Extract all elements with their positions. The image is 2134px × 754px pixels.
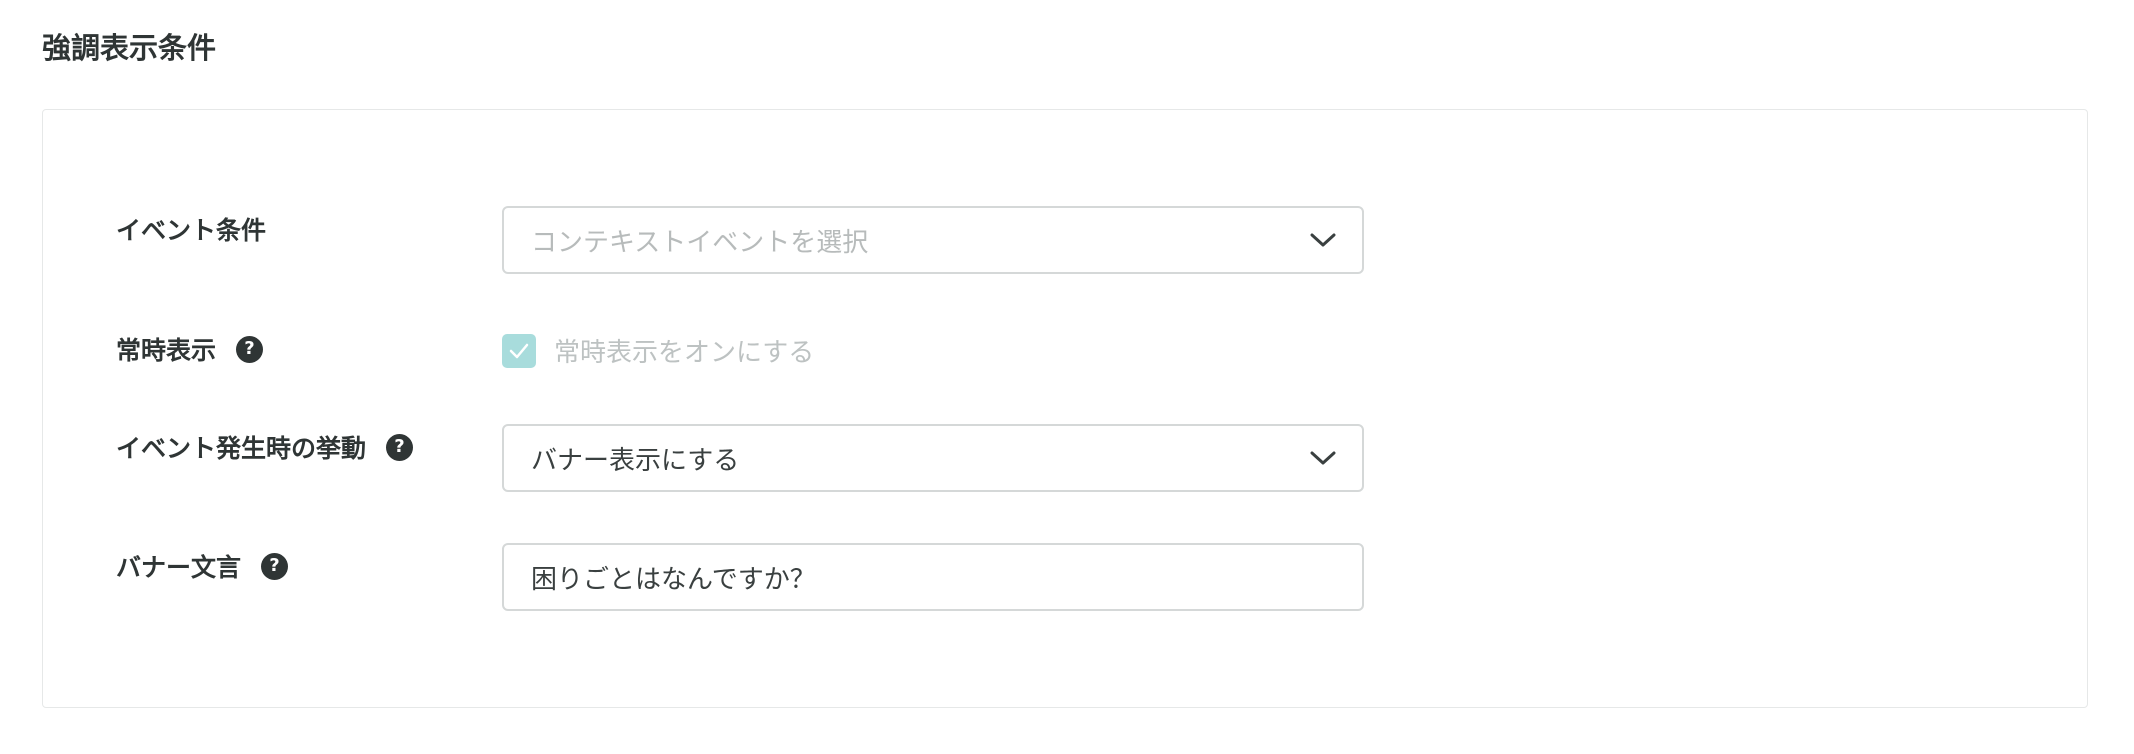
question-circle-icon[interactable]: ? [261, 552, 289, 580]
settings-card [42, 109, 2088, 708]
chevron-down-icon [1310, 451, 1336, 465]
event-condition-placeholder: コンテキストイベントを選択 [531, 227, 869, 258]
always-display-label: 常時表示 ? [116, 331, 264, 367]
question-circle-icon[interactable]: ? [236, 335, 264, 363]
banner-text-label-text: バナー文言 [116, 553, 242, 582]
always-display-checkbox[interactable] [502, 333, 536, 368]
banner-text-input[interactable] [531, 562, 1362, 592]
event-condition-label: イベント条件 [116, 211, 266, 247]
always-display-checkbox-group: 常時表示をオンにする [502, 332, 814, 369]
checkmark-icon [509, 343, 529, 358]
always-display-checkbox-label: 常時表示をオンにする [554, 338, 815, 368]
event-behavior-select[interactable]: バナー表示にする [502, 424, 1364, 492]
event-condition-select[interactable]: コンテキストイベントを選択 [502, 206, 1364, 274]
event-behavior-label-text: イベント発生時の挙動 [116, 434, 367, 463]
banner-text-input-box [502, 543, 1364, 611]
event-behavior-label: イベント発生時の挙動 ? [116, 429, 414, 465]
banner-text-label: バナー文言 ? [116, 548, 289, 584]
event-behavior-value: バナー表示にする [531, 445, 740, 476]
always-display-label-text: 常時表示 [116, 336, 217, 365]
question-circle-icon[interactable]: ? [386, 433, 414, 461]
section-title: 強調表示条件 [42, 31, 217, 65]
event-condition-label-text: イベント条件 [116, 216, 267, 245]
chevron-down-icon [1310, 233, 1336, 247]
